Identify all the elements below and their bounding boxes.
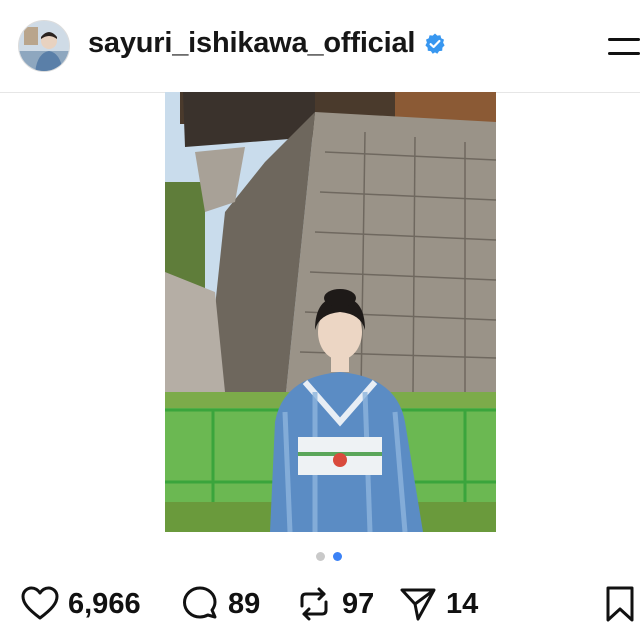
comment-button[interactable]: 89 <box>180 582 260 626</box>
comment-icon <box>183 586 217 619</box>
carousel-indicator <box>316 552 342 561</box>
repost-button[interactable]: 97 <box>294 582 374 626</box>
avatar-image <box>19 21 69 71</box>
carousel-dot-active <box>333 552 342 561</box>
heart-icon <box>21 586 59 620</box>
post-header: sayuri_ishikawa_official <box>0 0 640 93</box>
share-button[interactable]: 14 <box>398 582 478 626</box>
comment-count: 89 <box>228 587 261 620</box>
carousel-dot <box>316 552 325 561</box>
username[interactable]: sayuri_ishikawa_official <box>88 27 415 60</box>
menu-icon[interactable] <box>604 34 640 58</box>
username-group: sayuri_ishikawa_official <box>88 27 447 60</box>
photo-image <box>165 92 496 532</box>
avatar[interactable] <box>18 20 70 72</box>
repost-count: 97 <box>342 587 375 620</box>
repost-icon <box>300 587 328 621</box>
bookmark-icon <box>606 586 634 622</box>
share-count: 14 <box>446 587 479 620</box>
share-icon <box>400 588 436 621</box>
bookmark-button[interactable] <box>600 582 640 626</box>
like-count: 6,966 <box>68 587 141 620</box>
verified-badge-icon <box>425 33 445 54</box>
post-photo[interactable] <box>165 92 496 532</box>
like-button[interactable]: 6,966 <box>20 582 141 626</box>
action-bar: 6,966 89 97 14 <box>0 582 640 626</box>
